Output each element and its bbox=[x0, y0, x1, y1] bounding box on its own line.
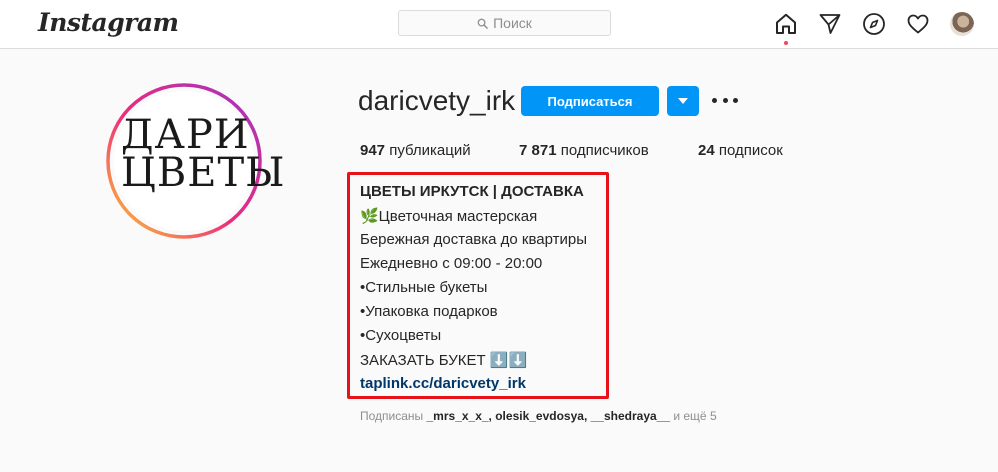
followed-by-prefix: Подписаны bbox=[360, 409, 427, 423]
more-options-button[interactable] bbox=[712, 90, 738, 110]
bio-title: ЦВЕТЫ ИРКУТСК | ДОСТАВКА bbox=[360, 183, 584, 200]
following-label: подписок bbox=[718, 142, 783, 159]
search-input[interactable]: Поиск bbox=[398, 10, 611, 36]
ellipsis-dot-icon bbox=[733, 97, 738, 103]
search-placeholder: Поиск bbox=[493, 15, 532, 31]
followed-by-suffix: и ещё 5 bbox=[670, 409, 717, 423]
posts-stat: 947 публикаций bbox=[360, 142, 471, 159]
followed-by-names: _mrs_x_x_, olesik_evdosya, __shedraya__ bbox=[426, 409, 671, 423]
notification-dot bbox=[784, 41, 788, 45]
followers-label: подписчиков bbox=[560, 142, 649, 159]
followed-by-text[interactable]: Подписаны _mrs_x_x_, olesik_evdosya, __s… bbox=[360, 409, 717, 423]
profile-username: daricvety_irk bbox=[358, 85, 516, 116]
followers-stat[interactable]: 7 871 подписчиков bbox=[519, 142, 649, 159]
profile-picture-text: ДАРИ ЦВЕТЫ bbox=[121, 112, 286, 196]
bio-line: •Стильные букеты bbox=[360, 279, 488, 296]
posts-count: 947 bbox=[360, 142, 386, 159]
following-count: 24 bbox=[698, 142, 715, 159]
compass-icon[interactable] bbox=[862, 12, 886, 36]
follow-button[interactable]: Подписаться bbox=[521, 86, 659, 116]
posts-label: публикаций bbox=[389, 142, 471, 159]
caret-down-icon bbox=[678, 97, 688, 104]
picture-text-line2: ЦВЕТЫ bbox=[121, 150, 286, 196]
ellipsis-dot-icon bbox=[712, 97, 717, 103]
heart-icon[interactable] bbox=[906, 12, 930, 36]
picture-text-line1: ДАРИ bbox=[121, 112, 250, 158]
bio-link[interactable]: taplink.cc/daricvety_irk bbox=[360, 375, 526, 392]
instagram-logo[interactable]: Instagram bbox=[38, 8, 179, 37]
bio-line: •Упаковка подарков bbox=[360, 303, 498, 320]
bio-line: Ежедневно с 09:00 - 20:00 bbox=[360, 255, 543, 272]
bio-line: 🌿Цветочная мастерская bbox=[360, 208, 538, 225]
bio-line: Бережная доставка до квартиры bbox=[360, 231, 588, 248]
top-navigation-bar: Instagram Поиск bbox=[0, 0, 998, 49]
search-icon bbox=[477, 18, 488, 29]
ellipsis-dot-icon bbox=[722, 97, 728, 103]
suggestions-dropdown-button[interactable] bbox=[667, 86, 699, 116]
bio-line: •Сухоцветы bbox=[360, 327, 442, 344]
paper-plane-icon[interactable] bbox=[818, 12, 842, 36]
following-stat[interactable]: 24 подписок bbox=[698, 142, 783, 159]
followers-count: 7 871 bbox=[519, 142, 557, 159]
avatar[interactable] bbox=[950, 12, 974, 36]
home-icon[interactable] bbox=[774, 12, 798, 36]
bio-line: ЗАКАЗАТЬ БУКЕТ ⬇️⬇️ bbox=[360, 352, 528, 369]
